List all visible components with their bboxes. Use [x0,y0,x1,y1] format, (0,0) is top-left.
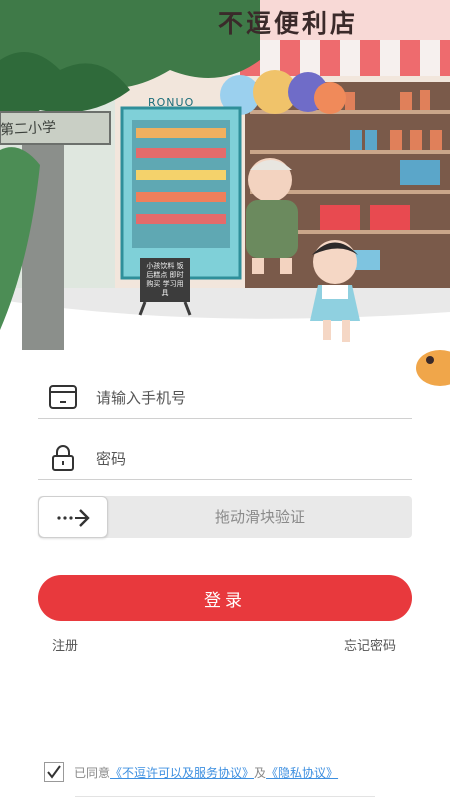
slider-handle[interactable] [38,496,108,538]
slider-captcha: 拖动滑块验证 [38,496,412,538]
convenience-store-scene [0,0,450,395]
bottom-divider [75,796,375,801]
brand-sign-text: RONUO [148,96,195,109]
blackboard-text: 小孩饮料 饭后糕点 即时购买 学习用具 [146,262,184,297]
agreement-prefix: 已同意 [74,766,111,780]
agreement-checkbox[interactable] [44,762,64,782]
phone-frame-icon [48,382,78,412]
forgot-password-link[interactable]: 忘记密码 [344,635,396,654]
agreement-text: 已同意《不逗许可以及服务协议》及《隐私协议》 [74,764,338,781]
login-button[interactable]: 登录 [38,575,412,621]
phone-input[interactable] [94,382,398,414]
school-sign-text: 第二小学 [0,119,57,139]
privacy-agreement-link[interactable]: 《隐私协议》 [266,766,338,780]
password-field [38,437,412,480]
lock-icon [48,443,78,473]
agreement-row: 已同意《不逗许可以及服务协议》及《隐私协议》 [44,762,444,782]
shop-sign-text: 不逗便利店 [218,9,359,38]
phone-field [38,376,412,419]
service-agreement-link[interactable]: 《不逗许可以及服务协议》 [110,766,254,780]
agreement-conjunction: 及 [254,766,267,780]
arrow-right-icon [57,509,90,527]
grandma-figure [246,158,298,274]
hero-illustration: 不逗便利店 第二小学 RONUO 小孩饮料 饭后糕点 即时购买 学习用具 [0,0,450,395]
slider-hint: 拖动滑块验证 [214,508,305,526]
register-link[interactable]: 注册 [52,635,78,654]
checkmark-icon [47,765,61,779]
password-input[interactable] [94,443,398,475]
